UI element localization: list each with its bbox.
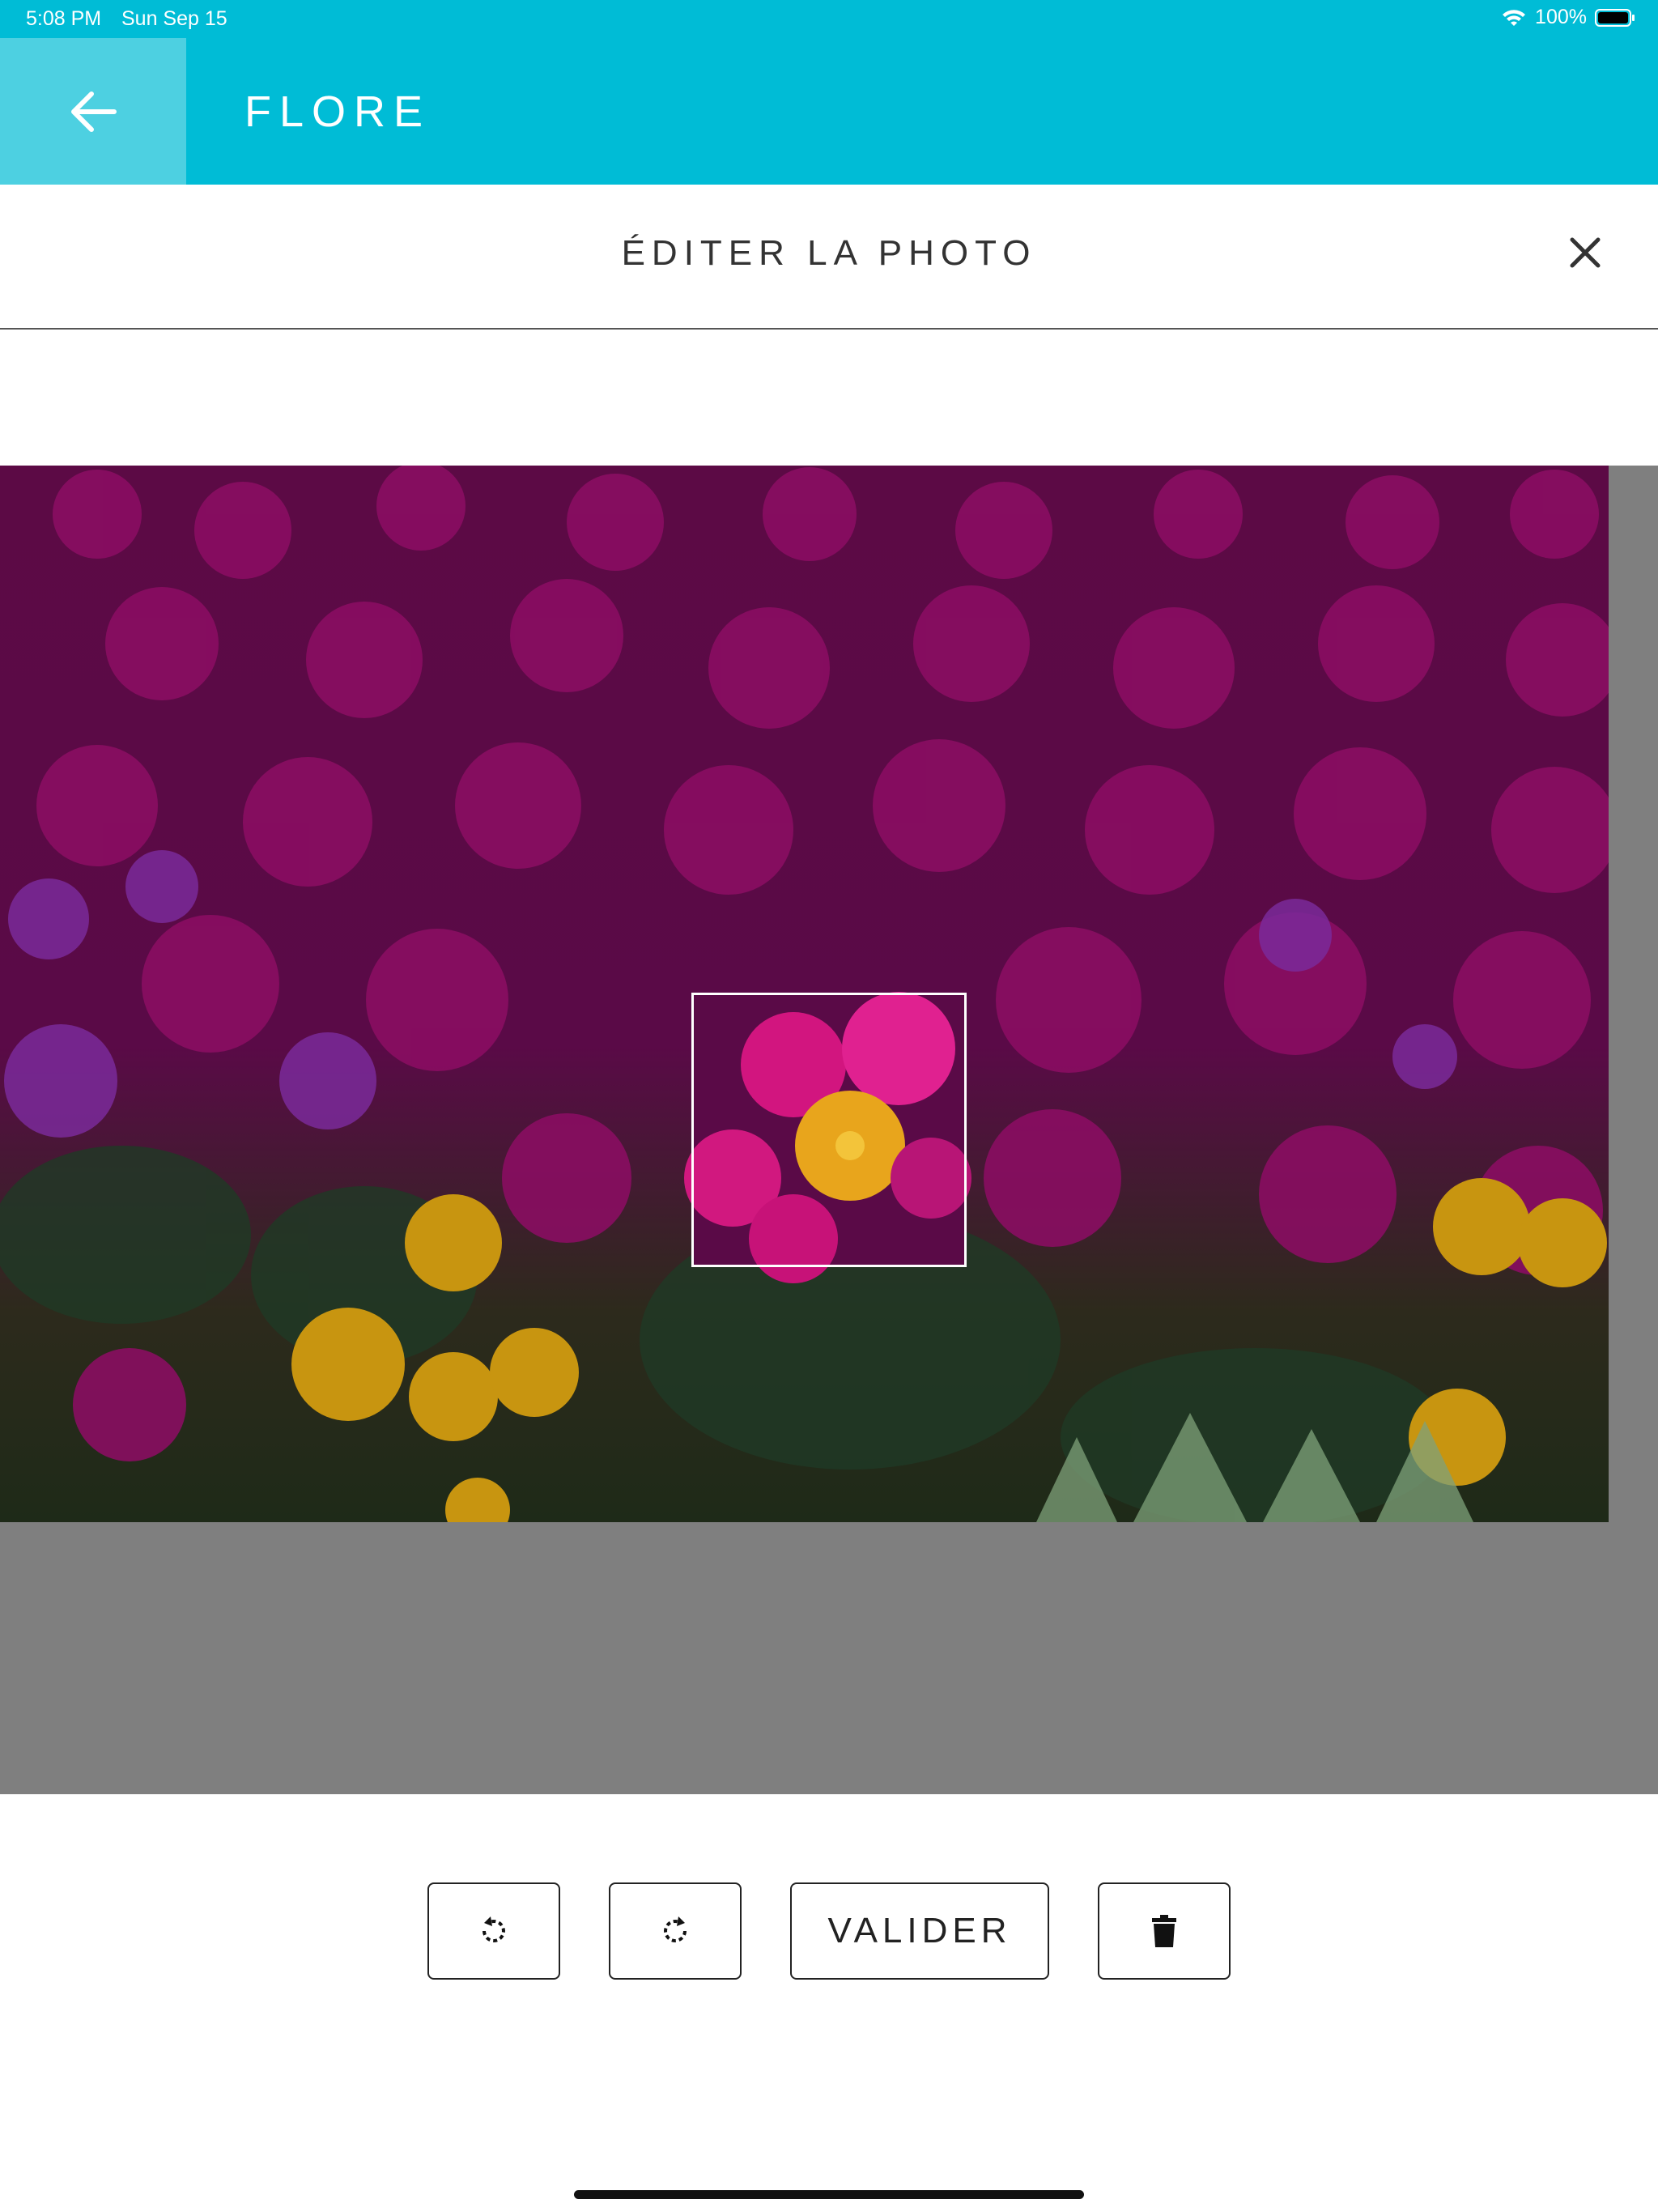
- status-bar: 5:08 PM Sun Sep 15 100%: [0, 0, 1658, 38]
- status-date: Sun Sep 15: [121, 7, 227, 30]
- close-icon[interactable]: [1562, 230, 1608, 275]
- home-indicator: [574, 2190, 1084, 2199]
- edit-toolbar: VALIDER: [0, 1882, 1658, 1980]
- app-title: FLORE: [244, 87, 432, 136]
- back-button[interactable]: [0, 38, 186, 185]
- app-bar: FLORE: [0, 38, 1658, 185]
- wifi-icon: [1503, 9, 1526, 26]
- dialog-header: ÉDITER LA PHOTO: [0, 185, 1658, 330]
- crop-selection-box[interactable]: [691, 993, 967, 1267]
- status-time: 5:08 PM: [26, 7, 102, 30]
- rotate-right-button[interactable]: [609, 1882, 742, 1980]
- rotate-left-button[interactable]: [427, 1882, 560, 1980]
- delete-button[interactable]: [1098, 1882, 1231, 1980]
- battery-icon: [1595, 8, 1635, 27]
- rotate-right-icon: [664, 1916, 687, 1942]
- trash-icon: [1152, 1915, 1176, 1947]
- status-indicators: 100%: [1501, 6, 1635, 29]
- photo-editor-area[interactable]: [0, 466, 1658, 1794]
- rotate-left-icon: [483, 1916, 505, 1942]
- dialog-title: ÉDITER LA PHOTO: [621, 233, 1037, 273]
- validate-button[interactable]: VALIDER: [790, 1882, 1049, 1980]
- battery-percent: 100%: [1535, 6, 1587, 28]
- arrow-left-icon: [71, 91, 117, 132]
